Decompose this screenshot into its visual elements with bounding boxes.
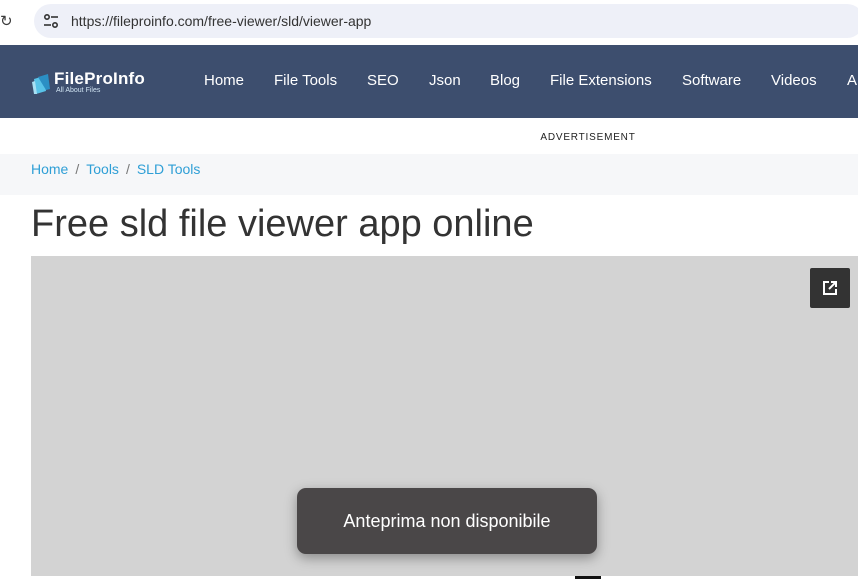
- advertisement-label: ADVERTISEMENT: [540, 132, 636, 143]
- breadcrumb-sld-tools[interactable]: SLD Tools: [137, 161, 201, 177]
- breadcrumb: Home / Tools / SLD Tools: [31, 161, 200, 177]
- breadcrumb-separator: /: [125, 161, 130, 177]
- breadcrumb-separator: /: [75, 161, 80, 177]
- breadcrumb-home[interactable]: Home: [31, 161, 68, 177]
- page-title: Free sld file viewer app online: [31, 203, 534, 245]
- open-in-new-icon: [823, 281, 837, 295]
- breadcrumb-tools[interactable]: Tools: [86, 161, 119, 177]
- open-in-new-button[interactable]: [810, 268, 850, 308]
- preview-unavailable-toast: Anteprima non disponibile: [297, 488, 597, 554]
- ad-area: ADVERTISEMENT: [0, 0, 858, 154]
